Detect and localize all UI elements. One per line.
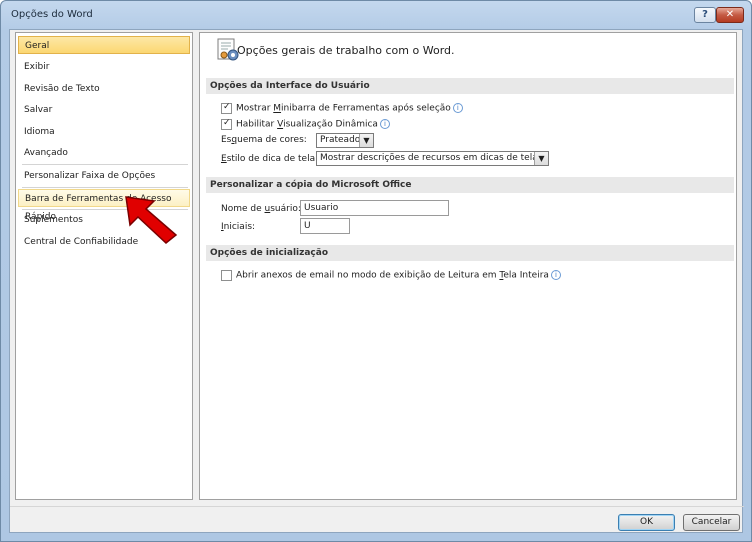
help-button[interactable]: ? xyxy=(694,7,716,23)
window-title: Opções do Word xyxy=(11,9,93,20)
sidebar-item-personalizar-faixa[interactable]: Personalizar Faixa de Opções xyxy=(18,167,190,185)
sidebar-item-avancado[interactable]: Avançado xyxy=(18,144,190,162)
color-scheme-value: Prateado xyxy=(320,135,361,145)
section-startup: Opções de inicialização xyxy=(206,245,734,261)
sidebar-divider xyxy=(22,187,188,188)
tooltip-style-value: Mostrar descrições de recursos em dicas … xyxy=(320,153,538,163)
close-button[interactable]: ✕ xyxy=(716,7,744,23)
minibar-checkbox[interactable] xyxy=(221,102,232,114)
initials-field[interactable]: U xyxy=(300,218,350,234)
tooltip-style-label: Estilo de dica de tela: xyxy=(221,154,319,164)
options-pane: Opções gerais de trabalho com o Word. Op… xyxy=(199,32,737,500)
color-scheme-select[interactable]: Prateado ▼ xyxy=(316,133,374,148)
livepreview-checkbox[interactable] xyxy=(221,118,232,130)
title-bar[interactable]: Opções do Word ? ✕ xyxy=(1,1,751,29)
sidebar-item-idioma[interactable]: Idioma xyxy=(18,123,190,141)
sidebar-item-exibir[interactable]: Exibir xyxy=(18,58,190,76)
dialog-body: Geral Exibir Revisão de Texto Salvar Idi… xyxy=(9,29,744,533)
email-attachments-label[interactable]: Abrir anexos de email no modo de exibiçã… xyxy=(236,270,561,281)
info-icon[interactable]: i xyxy=(379,119,390,129)
chevron-down-icon[interactable]: ▼ xyxy=(534,152,548,165)
sidebar-divider xyxy=(22,164,188,165)
category-sidebar: Geral Exibir Revisão de Texto Salvar Idi… xyxy=(15,32,193,500)
username-field[interactable]: Usuario xyxy=(300,200,449,216)
sidebar-item-geral[interactable]: Geral xyxy=(18,36,190,54)
info-icon[interactable]: i xyxy=(452,103,463,113)
username-label: Nome de usuário: xyxy=(221,204,301,214)
email-attachments-checkbox[interactable] xyxy=(221,270,232,281)
red-pointer-arrow-icon xyxy=(125,196,178,244)
info-icon[interactable]: i xyxy=(550,270,561,280)
sidebar-item-salvar[interactable]: Salvar xyxy=(18,101,190,119)
section-ui-options: Opções da Interface do Usuário xyxy=(206,78,734,94)
options-dialog: Opções do Word ? ✕ Geral Exibir Revisão … xyxy=(0,0,752,542)
initials-label: Iniciais: xyxy=(221,222,256,232)
section-personalize: Personalizar a cópia do Microsoft Office xyxy=(206,177,734,193)
chevron-down-icon[interactable]: ▼ xyxy=(359,134,373,147)
footer-divider xyxy=(10,506,744,507)
cancel-button[interactable]: Cancelar xyxy=(683,514,740,531)
pane-header: Opções gerais de trabalho com o Word. xyxy=(237,44,455,57)
minibar-label[interactable]: Mostrar Minibarra de Ferramentas após se… xyxy=(236,103,463,114)
tooltip-style-select[interactable]: Mostrar descrições de recursos em dicas … xyxy=(316,151,549,166)
color-scheme-label: Esquema de cores: xyxy=(221,135,307,145)
livepreview-label[interactable]: Habilitar Visualização Dinâmica i xyxy=(236,119,390,130)
ok-button[interactable]: OK xyxy=(618,514,675,531)
sidebar-item-revisao[interactable]: Revisão de Texto xyxy=(18,80,190,98)
